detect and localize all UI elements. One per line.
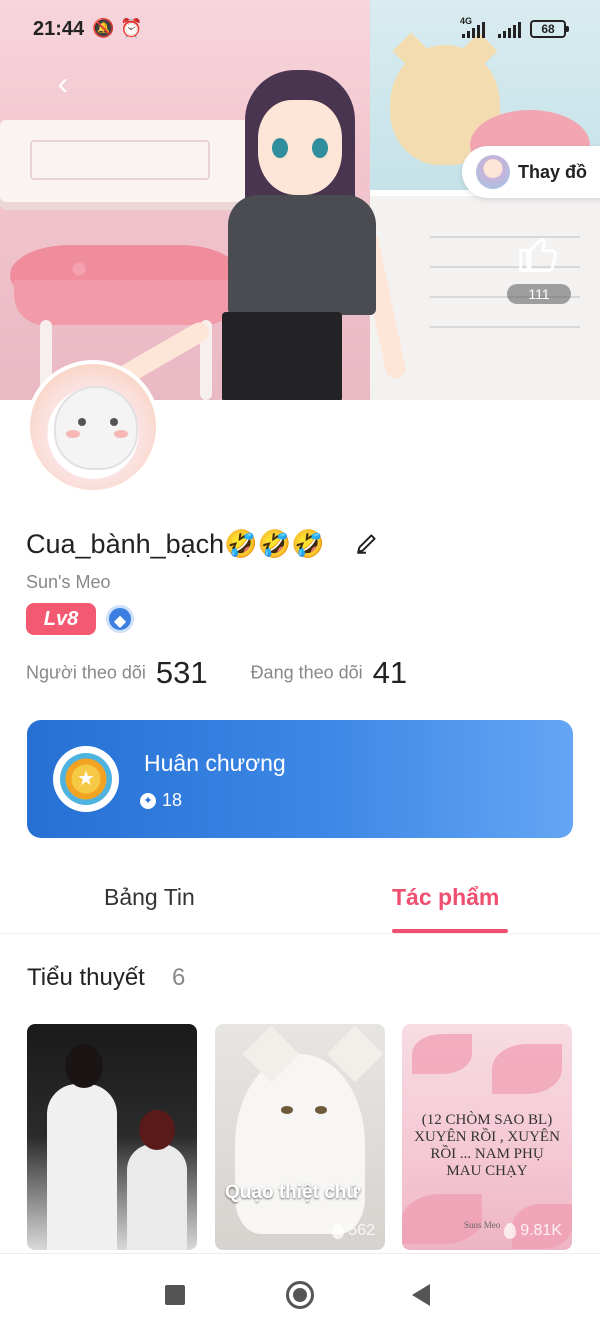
profile-cover-image bbox=[0, 0, 600, 400]
active-tab-indicator bbox=[392, 929, 508, 933]
follow-stats: Người theo dõi 531 Đang theo dõi 41 bbox=[26, 655, 407, 695]
system-nav-bar bbox=[0, 1253, 600, 1333]
section-title: Tiểu thuyết bbox=[27, 964, 145, 991]
status-time: 21:44 bbox=[33, 18, 85, 40]
medal-count: 18 bbox=[162, 790, 183, 810]
chevron-left-icon: ‹ bbox=[57, 65, 69, 101]
following-count: 41 bbox=[372, 655, 408, 690]
avatar[interactable] bbox=[26, 360, 160, 494]
following-stat[interactable]: Đang theo dõi 41 bbox=[250, 655, 408, 690]
signal-icon-2 bbox=[498, 22, 521, 38]
verified-badge-icon[interactable]: ◆ bbox=[106, 605, 134, 633]
book-cover-title: (12 CHÒM SAO BL) XUYÊN RỒI , XUYÊN RỒI .… bbox=[414, 1112, 560, 1179]
profile-tabs: Bảng Tin Tác phẩm bbox=[0, 870, 600, 934]
like-count: 111 bbox=[507, 284, 571, 304]
recent-apps-icon[interactable] bbox=[165, 1285, 185, 1305]
change-outfit-label: Thay đồ bbox=[518, 161, 588, 182]
section-count: 6 bbox=[172, 964, 186, 991]
thumbs-up-icon bbox=[517, 232, 561, 276]
followers-stat[interactable]: Người theo dõi 531 bbox=[26, 655, 212, 690]
medal-small-icon: ✦ bbox=[140, 792, 156, 809]
change-outfit-button[interactable]: Thay đồ bbox=[462, 146, 600, 198]
book-cover-author: Suns Meo bbox=[464, 1220, 501, 1230]
medal-count-row: ✦ 18 bbox=[140, 790, 182, 811]
username: Cua_bành_bạch🤣🤣🤣 bbox=[26, 529, 326, 559]
signal-icon bbox=[462, 22, 485, 38]
status-bar: 21:44 🔕 ⏰ 4G 68 bbox=[0, 0, 600, 58]
book-card[interactable]: (12 CHÒM SAO BL) XUYÊN RỒI , XUYÊN RỒI .… bbox=[402, 1024, 572, 1250]
book-card[interactable]: Quạo thiệt chứ 562 bbox=[215, 1024, 385, 1250]
followers-count: 531 bbox=[155, 655, 208, 690]
following-label: Đang theo dõi bbox=[250, 662, 363, 683]
book-cover-cat bbox=[235, 1054, 365, 1234]
hamster-avatar-image bbox=[54, 386, 138, 470]
battery-icon: 68 bbox=[530, 20, 569, 38]
pencil-icon[interactable] bbox=[354, 530, 382, 558]
back-button[interactable]: ‹ bbox=[46, 66, 80, 100]
tab-feed[interactable]: Bảng Tin bbox=[104, 884, 195, 911]
flame-icon bbox=[504, 1223, 517, 1239]
cover-dresser bbox=[0, 120, 250, 210]
home-icon[interactable] bbox=[286, 1281, 314, 1309]
book-view-count: 9.81K bbox=[520, 1222, 562, 1239]
flame-icon bbox=[332, 1223, 345, 1239]
book-cover-caption: Quạo thiệt chứ bbox=[225, 1182, 361, 1203]
book-views: 9.81K bbox=[504, 1222, 562, 1240]
followers-label: Người theo dõi bbox=[26, 662, 146, 683]
user-subtitle: Sun's Meo bbox=[26, 572, 111, 592]
level-badge[interactable]: Lv8 bbox=[26, 603, 96, 635]
book-view-count: 562 bbox=[348, 1222, 375, 1239]
tab-works[interactable]: Tác phẩm bbox=[392, 884, 499, 911]
outfit-avatar-icon bbox=[476, 155, 510, 189]
medal-title: Huân chương bbox=[144, 750, 286, 776]
book-views: 562 bbox=[332, 1222, 375, 1240]
alarm-icon: ⏰ bbox=[120, 18, 143, 38]
medal-icon: ★ bbox=[53, 746, 119, 812]
back-triangle-icon[interactable] bbox=[412, 1284, 430, 1306]
like-button[interactable]: 111 bbox=[506, 232, 572, 306]
book-card[interactable] bbox=[27, 1024, 197, 1250]
mute-notification-icon: 🔕 bbox=[92, 18, 115, 38]
medal-card[interactable]: ★ Huân chương ✦ 18 bbox=[27, 720, 573, 838]
